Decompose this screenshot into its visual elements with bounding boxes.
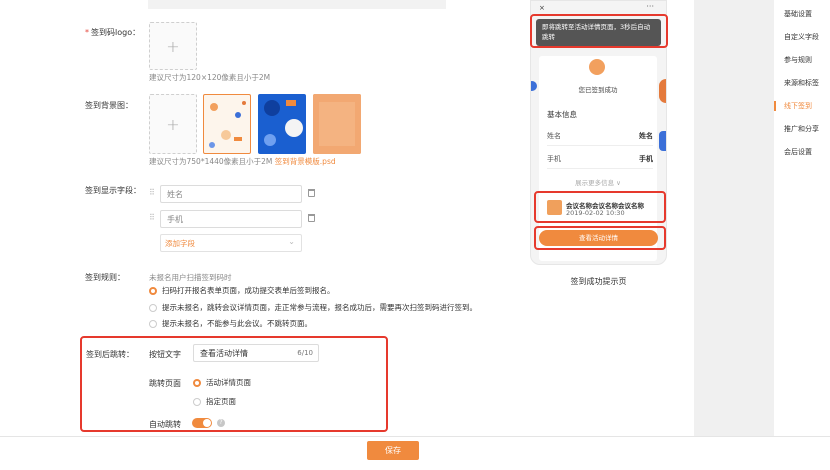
- save-button[interactable]: 保存: [367, 441, 419, 460]
- radio-selected-icon: [149, 286, 157, 295]
- decor-shape: [659, 131, 666, 151]
- nav-item-promotion[interactable]: 推广和分享: [774, 124, 830, 134]
- rule-intro: 未报名用户扫描签到码时: [149, 273, 232, 282]
- plus-icon: +: [166, 36, 180, 56]
- button-text-input[interactable]: 查看活动详情 6/10: [193, 344, 319, 362]
- conference-highlight: [534, 191, 666, 223]
- preview-row-name: 姓名 姓名: [547, 131, 653, 146]
- trash-icon[interactable]: [308, 189, 315, 197]
- help-icon[interactable]: ?: [217, 419, 225, 427]
- banner-highlight: [530, 14, 668, 48]
- background-thumb-1[interactable]: [203, 94, 251, 154]
- close-icon: ×: [539, 4, 545, 12]
- plus-icon: +: [166, 114, 180, 134]
- radio-icon: [193, 397, 201, 406]
- nav-item-source-tags[interactable]: 来源和标签: [774, 78, 830, 88]
- section-title: 基本信息: [547, 110, 577, 119]
- jump-option-detail[interactable]: 活动详情页面: [193, 377, 251, 388]
- nav-item-offline-checkin[interactable]: 线下签到: [774, 101, 830, 111]
- success-badge-icon: [589, 59, 605, 75]
- radio-icon: [149, 303, 157, 312]
- after-jump-label: 签到后跳转：: [86, 350, 134, 359]
- top-input-remnant: [148, 0, 446, 9]
- chevron-down-icon: ⌄: [288, 237, 295, 246]
- field-name-input[interactable]: 姓名: [160, 185, 302, 203]
- nav-item-rules[interactable]: 参与规则: [774, 55, 830, 65]
- nav-item-custom-fields[interactable]: 自定义字段: [774, 32, 830, 42]
- template-download-link[interactable]: 签到背景模版.psd: [275, 157, 336, 166]
- button-text-label: 按钮文字: [149, 350, 181, 359]
- more-icon: ···: [646, 2, 654, 11]
- auto-jump-toggle[interactable]: [192, 418, 212, 428]
- background-hint: 建议尺寸为750*1440像素且小于2M 签到背景模版.psd: [149, 157, 336, 166]
- rule-option-2[interactable]: 提示未报名，跳转会议详情页面，走正常参与流程，报名成功后，需要再次扫签到码进行签…: [149, 302, 477, 313]
- success-text: 您已签到成功: [578, 86, 618, 94]
- main-panel: * 签到码logo： + 建议尺寸为120×120像素且小于2M 签到背景图： +…: [0, 0, 694, 436]
- rule-label: 签到规则：: [85, 273, 125, 282]
- button-highlight: [534, 226, 666, 250]
- blue-pattern-icon: [264, 100, 303, 146]
- nav-item-post-meeting[interactable]: 会后设置: [774, 147, 830, 157]
- logo-upload[interactable]: +: [149, 22, 197, 70]
- add-field-select[interactable]: 添加字段 ⌄: [160, 234, 302, 252]
- section-nav: 基础设置 自定义字段 参与规则 来源和标签 线下签到 推广和分享 会后设置: [774, 0, 830, 436]
- background-thumb-2[interactable]: [258, 94, 306, 154]
- field-phone-input[interactable]: 手机: [160, 210, 302, 228]
- fields-label: 签到显示字段：: [85, 186, 141, 195]
- preview-row-phone: 手机 手机: [547, 154, 653, 169]
- logo-hint: 建议尺寸为120×120像素且小于2M: [149, 73, 271, 82]
- jump-page-label: 跳转页面: [149, 379, 181, 388]
- toggle-knob: [203, 419, 211, 427]
- background-label: 签到背景图：: [85, 101, 133, 110]
- show-more-link: 展示更多信息 ∨: [575, 179, 621, 187]
- radio-selected-icon: [193, 378, 201, 387]
- background-upload[interactable]: +: [149, 94, 197, 154]
- background-thumb-3[interactable]: [313, 94, 361, 154]
- char-counter: 6/10: [297, 349, 313, 357]
- drag-handle-icon[interactable]: ⠿: [149, 188, 155, 197]
- auto-jump-label: 自动跳转: [149, 420, 181, 429]
- rule-option-1[interactable]: 扫码打开报名表单页面，成功提交表单后签到报名。: [149, 285, 335, 296]
- radio-icon: [149, 319, 157, 328]
- trash-icon[interactable]: [308, 214, 315, 222]
- logo-label: * 签到码logo：: [85, 28, 141, 37]
- confetti-pattern-icon: [209, 101, 246, 148]
- jump-option-custom[interactable]: 指定页面: [193, 396, 236, 407]
- preview-caption: 签到成功提示页: [570, 277, 627, 286]
- nav-item-basic[interactable]: 基础设置: [774, 9, 830, 19]
- orange-pattern-icon: [313, 94, 361, 154]
- rule-option-3[interactable]: 提示未报名，不能参与此会议。不跳转页面。: [149, 318, 312, 329]
- drag-handle-icon[interactable]: ⠿: [149, 213, 155, 222]
